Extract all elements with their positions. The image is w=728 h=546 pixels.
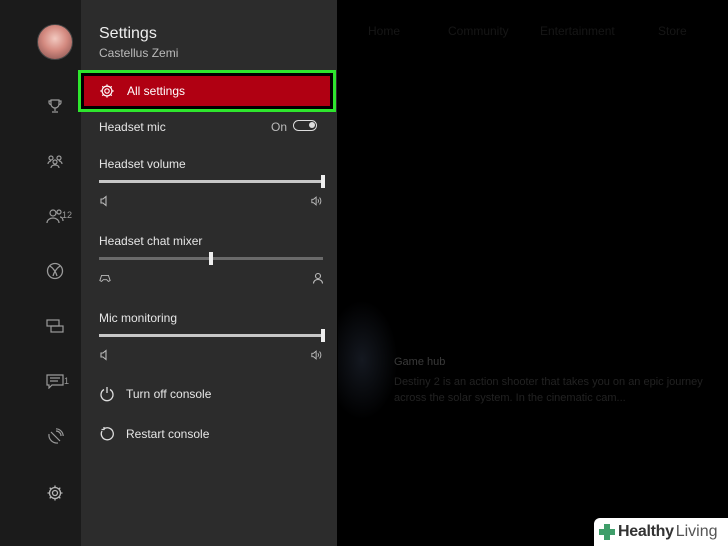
volume-low-icon bbox=[99, 349, 111, 361]
watermark-brand-bold: Healthy bbox=[618, 523, 674, 540]
chat-mixer-label: Headset chat mixer bbox=[99, 234, 203, 248]
person-icon bbox=[312, 272, 324, 284]
all-settings-label: All settings bbox=[127, 84, 186, 98]
controller-icon bbox=[99, 272, 111, 284]
messages-icon[interactable] bbox=[44, 315, 66, 337]
headset-volume-slider[interactable] bbox=[99, 175, 325, 188]
notifications-count-badge: 1 bbox=[64, 376, 70, 386]
tab-community[interactable]: Community bbox=[448, 24, 509, 38]
party-icon[interactable] bbox=[44, 150, 66, 172]
game-hub-card[interactable]: Game hub Destiny 2 is an action shooter … bbox=[394, 356, 714, 406]
page-title: Settings bbox=[99, 25, 157, 42]
all-settings-button[interactable]: All settings bbox=[78, 70, 336, 112]
headset-volume-label: Headset volume bbox=[99, 157, 186, 171]
power-icon bbox=[99, 386, 115, 402]
turn-off-console-button[interactable]: Turn off console bbox=[99, 386, 211, 402]
guide-rail: 12 1 bbox=[0, 0, 81, 546]
headset-mic-state: On bbox=[271, 120, 288, 134]
plus-logo-icon bbox=[598, 523, 616, 541]
watermark: Healthy Living bbox=[594, 518, 728, 546]
toggle-knob bbox=[309, 122, 315, 128]
avatar[interactable] bbox=[37, 24, 73, 60]
game-hub-title: Game hub bbox=[394, 356, 446, 368]
slider-fill bbox=[99, 334, 323, 337]
volume-high-icon bbox=[311, 195, 323, 207]
headset-mic-label: Headset mic bbox=[99, 120, 166, 134]
restart-console-label: Restart console bbox=[126, 427, 210, 441]
friends-count-badge: 12 bbox=[62, 210, 73, 220]
volume-high-icon bbox=[311, 349, 323, 361]
chat-mixer-slider[interactable] bbox=[99, 252, 323, 265]
slider-fill bbox=[99, 257, 211, 260]
watermark-brand-light: Living bbox=[675, 523, 718, 540]
headset-mic-toggle[interactable] bbox=[293, 120, 317, 131]
notifications-icon[interactable] bbox=[44, 370, 66, 392]
broadcast-icon[interactable] bbox=[44, 426, 66, 448]
tab-home[interactable]: Home bbox=[368, 24, 400, 38]
restart-icon bbox=[99, 426, 115, 442]
tab-entertainment[interactable]: Entertainment bbox=[540, 24, 615, 38]
gear-icon[interactable] bbox=[44, 482, 66, 504]
gamertag: Castellus Zemi bbox=[99, 46, 179, 60]
slider-fill bbox=[99, 180, 323, 183]
xbox-logo-icon[interactable] bbox=[44, 260, 66, 282]
trophy-icon[interactable] bbox=[44, 95, 66, 117]
slider-thumb[interactable] bbox=[321, 175, 325, 188]
mic-monitoring-slider[interactable] bbox=[99, 329, 325, 342]
tab-store[interactable]: Store bbox=[658, 24, 687, 38]
game-hub-description: Destiny 2 is an action shooter that take… bbox=[394, 376, 703, 404]
settings-panel: Settings Castellus Zemi All settings Hea… bbox=[78, 0, 337, 546]
restart-console-button[interactable]: Restart console bbox=[99, 426, 209, 442]
volume-low-icon bbox=[99, 195, 111, 207]
turn-off-console-label: Turn off console bbox=[126, 387, 212, 401]
slider-thumb[interactable] bbox=[209, 252, 213, 265]
game-art bbox=[338, 300, 398, 420]
gear-icon bbox=[99, 83, 115, 99]
slider-thumb[interactable] bbox=[321, 329, 325, 342]
mic-monitoring-label: Mic monitoring bbox=[99, 311, 178, 325]
